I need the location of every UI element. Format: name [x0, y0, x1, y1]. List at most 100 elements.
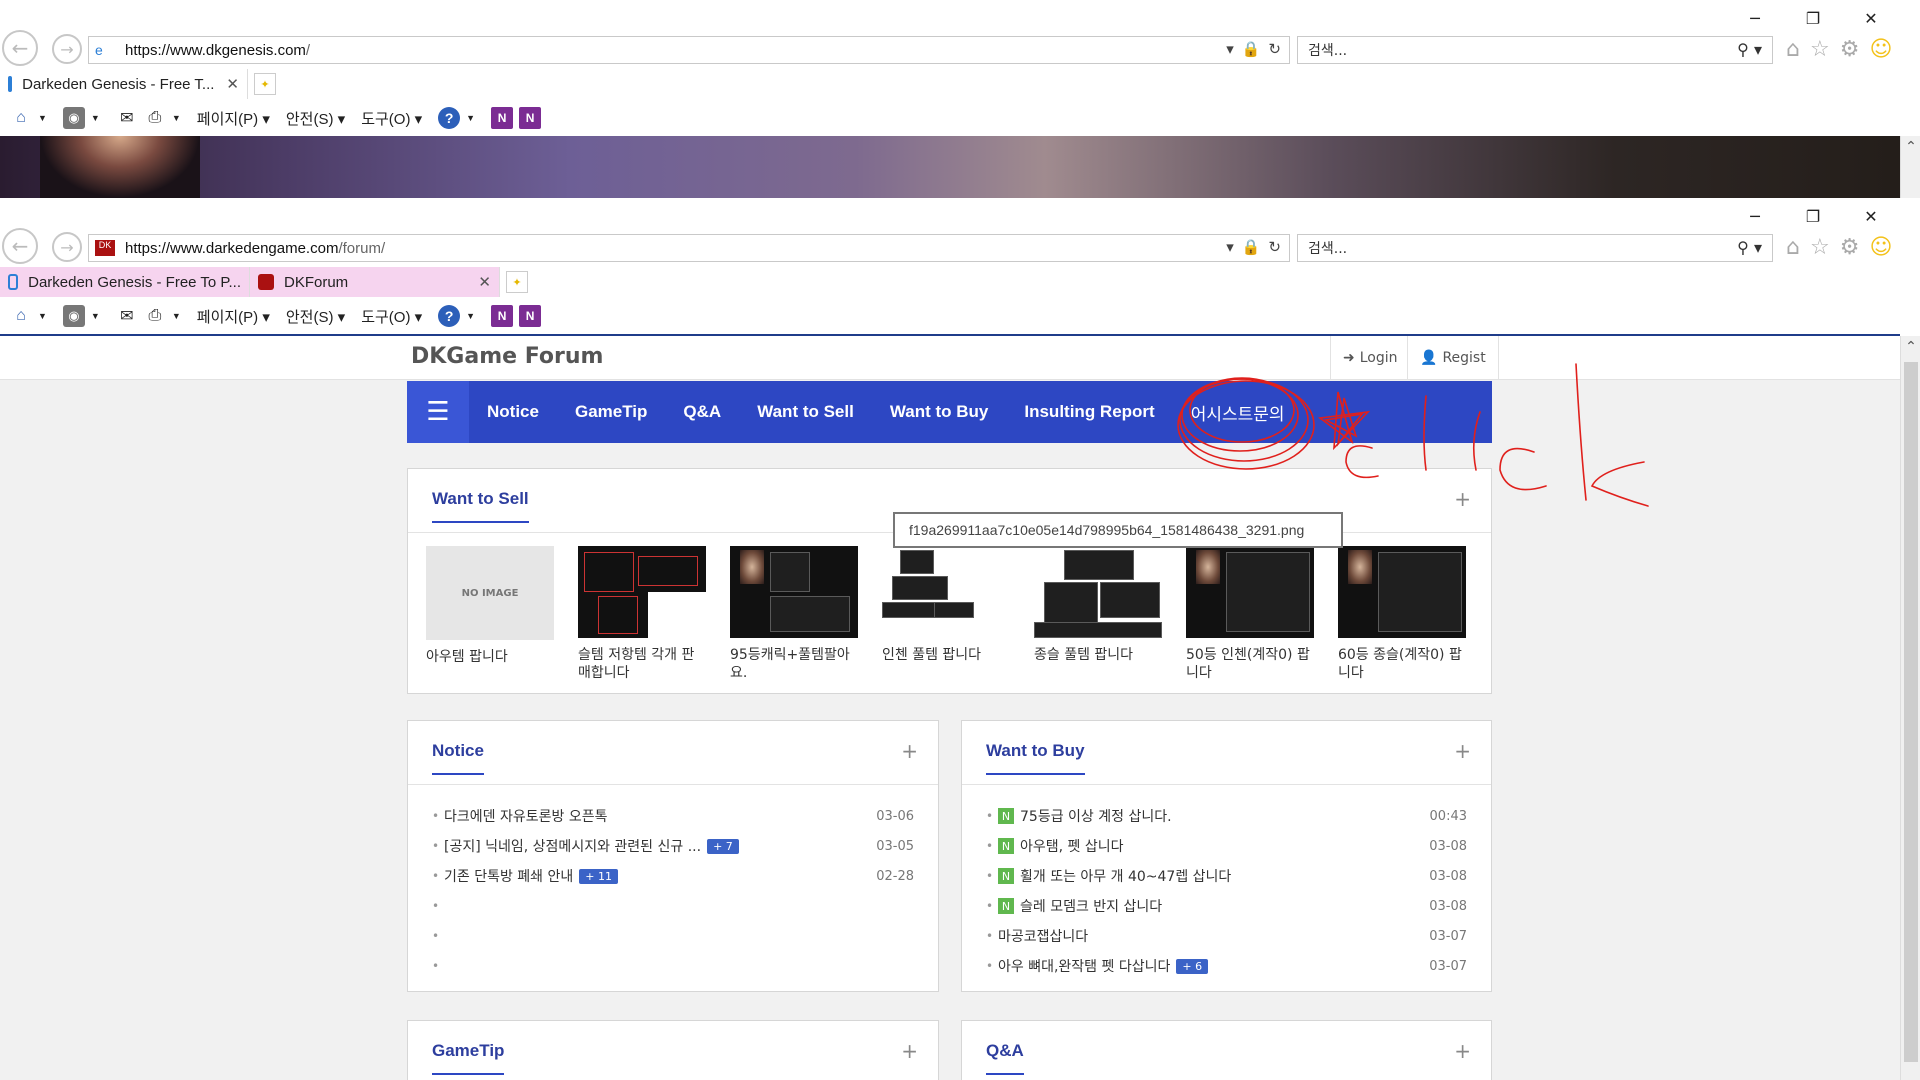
gallery-caption[interactable]: 아우템 팝니다: [426, 648, 554, 666]
panel-title[interactable]: Want to Sell: [432, 489, 529, 523]
post-title[interactable]: 다크에덴 자유토론방 오픈톡: [444, 806, 607, 826]
page-menu[interactable]: 페이지(P) ▾: [197, 108, 270, 129]
onenote-linked-icon[interactable]: N: [519, 107, 542, 129]
gallery-item[interactable]: 슬템 저항템 각개 판매합니다: [578, 546, 706, 682]
panel-title[interactable]: GameTip: [432, 1041, 505, 1075]
panel-title[interactable]: Want to Buy: [986, 741, 1085, 775]
nav-insulting-report[interactable]: Insulting Report: [1006, 402, 1172, 422]
gear-icon[interactable]: ⚙: [1840, 37, 1860, 62]
onenote-icon[interactable]: N: [491, 305, 514, 327]
dropdown-icon[interactable]: ▼: [466, 113, 475, 123]
page-scrollbar[interactable]: ⌃: [1900, 336, 1920, 1080]
list-item[interactable]: • N 아우탬, 펫 삽니다 03-08: [986, 831, 1467, 861]
page-menu[interactable]: 페이지(P) ▾: [197, 306, 270, 327]
new-tab-button[interactable]: ✦: [254, 73, 276, 95]
favorites-star-icon[interactable]: ☆: [1810, 235, 1830, 260]
home-icon[interactable]: ⌂: [1786, 37, 1800, 62]
panel-title[interactable]: Notice: [432, 741, 484, 775]
close-icon[interactable]: ✕: [1842, 6, 1900, 30]
dropdown-icon[interactable]: ▼: [91, 113, 100, 123]
panel-title[interactable]: Q&A: [986, 1041, 1024, 1075]
post-title[interactable]: 슬레 모뎀크 반지 삽니다: [1020, 896, 1162, 916]
list-item[interactable]: • 아우 뼈대,완작탬 펫 다삽니다 + 6 03-07: [986, 951, 1467, 981]
home-icon[interactable]: ⌂: [10, 107, 32, 129]
dropdown-icon[interactable]: ▼: [172, 311, 181, 321]
gallery-item[interactable]: 50등 인첸(계작0) 팝니다: [1186, 546, 1314, 682]
lock-icon[interactable]: 🔒: [1242, 40, 1261, 58]
gallery-item[interactable]: 95등캐릭+풀템팔아요.: [730, 546, 858, 682]
hamburger-menu-icon[interactable]: ☰: [407, 381, 469, 443]
gallery-caption[interactable]: 종슬 풀템 팝니다: [1034, 646, 1162, 664]
nav-want-to-buy[interactable]: Want to Buy: [872, 402, 1007, 422]
list-item[interactable]: • 다크에덴 자유토론방 오픈톡 03-06: [432, 801, 914, 831]
more-plus-icon[interactable]: +: [901, 739, 918, 763]
post-title[interactable]: [공지] 닉네임, 상점메시지와 관련된 신규 ...: [444, 836, 701, 856]
mail-icon[interactable]: ✉: [116, 107, 138, 129]
scrollbar-thumb[interactable]: [1904, 362, 1918, 1062]
forum-brand[interactable]: DKGame Forum: [411, 344, 603, 369]
tools-menu[interactable]: 도구(O) ▾: [361, 306, 422, 327]
forward-button[interactable]: →: [52, 232, 82, 262]
onenote-linked-icon[interactable]: N: [519, 305, 542, 327]
dropdown-icon[interactable]: ▼: [466, 311, 475, 321]
back-button[interactable]: ←: [2, 30, 38, 66]
post-title[interactable]: 마공코잽삽니다: [998, 926, 1088, 946]
post-title[interactable]: 75등급 이상 계정 삽니다.: [1020, 806, 1172, 826]
new-tab-button[interactable]: ✦: [506, 271, 528, 293]
login-link[interactable]: ➜ Login: [1330, 336, 1410, 380]
mail-icon[interactable]: ✉: [116, 305, 138, 327]
register-link[interactable]: 👤 Regist: [1407, 336, 1499, 380]
address-bar[interactable]: DK https://www.darkedengame.com/forum/ ▾…: [88, 234, 1290, 262]
close-icon[interactable]: ✕: [1842, 204, 1900, 228]
onenote-icon[interactable]: N: [491, 107, 514, 129]
gear-icon[interactable]: ⚙: [1840, 235, 1860, 260]
list-item[interactable]: • 기존 단톡방 폐쇄 안내 + 11 02-28: [432, 861, 914, 891]
smiley-feedback-icon[interactable]: ☺: [1869, 37, 1892, 62]
scroll-up-icon[interactable]: ⌃: [1901, 136, 1920, 158]
gallery-item[interactable]: 종슬 풀템 팝니다: [1034, 546, 1162, 682]
search-box[interactable]: 검색... ⚲ ▾: [1297, 36, 1773, 64]
dropdown-icon[interactable]: ▼: [38, 113, 47, 123]
gallery-caption[interactable]: 인첸 풀템 팝니다: [882, 646, 1010, 664]
nav-notice[interactable]: Notice: [469, 402, 557, 422]
search-icon[interactable]: ⚲ ▾: [1737, 40, 1762, 59]
address-bar[interactable]: e https://www.dkgenesis.com / ▾ 🔒 ↻: [88, 36, 1290, 64]
list-item[interactable]: • N 휠개 또는 아무 개 40~47렙 삽니다 03-08: [986, 861, 1467, 891]
list-item[interactable]: • N 75등급 이상 계정 삽니다. 00:43: [986, 801, 1467, 831]
gallery-caption[interactable]: 50등 인첸(계작0) 팝니다: [1186, 646, 1314, 682]
more-plus-icon[interactable]: +: [901, 1039, 918, 1063]
dropdown-icon[interactable]: ▼: [38, 311, 47, 321]
gallery-item[interactable]: 60등 종슬(계작0) 팝니다: [1338, 546, 1466, 682]
dropdown-icon[interactable]: ▾: [1226, 40, 1234, 58]
close-tab-icon[interactable]: ✕: [478, 273, 491, 291]
gallery-caption[interactable]: 60등 종슬(계작0) 팝니다: [1338, 646, 1466, 682]
lock-icon[interactable]: 🔒: [1242, 238, 1261, 256]
more-plus-icon[interactable]: +: [1454, 1039, 1471, 1063]
tab-dkforum[interactable]: DKForum ✕: [250, 267, 500, 297]
print-icon[interactable]: ⎙: [144, 305, 166, 327]
list-item[interactable]: • 마공코잽삽니다 03-07: [986, 921, 1467, 951]
refresh-icon[interactable]: ↻: [1268, 238, 1281, 256]
tab-darkeden-genesis[interactable]: Darkeden Genesis - Free T... ✕: [0, 69, 248, 99]
tools-menu[interactable]: 도구(O) ▾: [361, 108, 422, 129]
gallery-item[interactable]: NO IMAGE 아우템 팝니다: [426, 546, 554, 682]
safety-menu[interactable]: 안전(S) ▾: [286, 306, 345, 327]
print-icon[interactable]: ⎙: [144, 107, 166, 129]
tab-darkeden-genesis[interactable]: Darkeden Genesis - Free To P...: [0, 267, 250, 297]
minimize-icon[interactable]: ─: [1726, 204, 1784, 228]
gallery-caption[interactable]: 95등캐릭+풀템팔아요.: [730, 646, 858, 682]
dropdown-icon[interactable]: ▾: [1226, 238, 1234, 256]
scroll-up-icon[interactable]: ⌃: [1901, 336, 1920, 358]
forward-button[interactable]: →: [52, 34, 82, 64]
list-item[interactable]: • N 슬레 모뎀크 반지 삽니다 03-08: [986, 891, 1467, 921]
help-icon[interactable]: ?: [438, 305, 461, 327]
list-item[interactable]: • [공지] 닉네임, 상점메시지와 관련된 신규 ... + 7 03-05: [432, 831, 914, 861]
post-title[interactable]: 기존 단톡방 폐쇄 안내: [444, 866, 573, 886]
nav-gametip[interactable]: GameTip: [557, 402, 665, 422]
search-icon[interactable]: ⚲ ▾: [1737, 238, 1762, 257]
restore-icon[interactable]: ❐: [1784, 6, 1842, 30]
post-title[interactable]: 아우탬, 펫 삽니다: [1020, 836, 1124, 856]
refresh-icon[interactable]: ↻: [1268, 40, 1281, 58]
search-box[interactable]: 검색... ⚲ ▾: [1297, 234, 1773, 262]
close-tab-icon[interactable]: ✕: [226, 75, 239, 93]
